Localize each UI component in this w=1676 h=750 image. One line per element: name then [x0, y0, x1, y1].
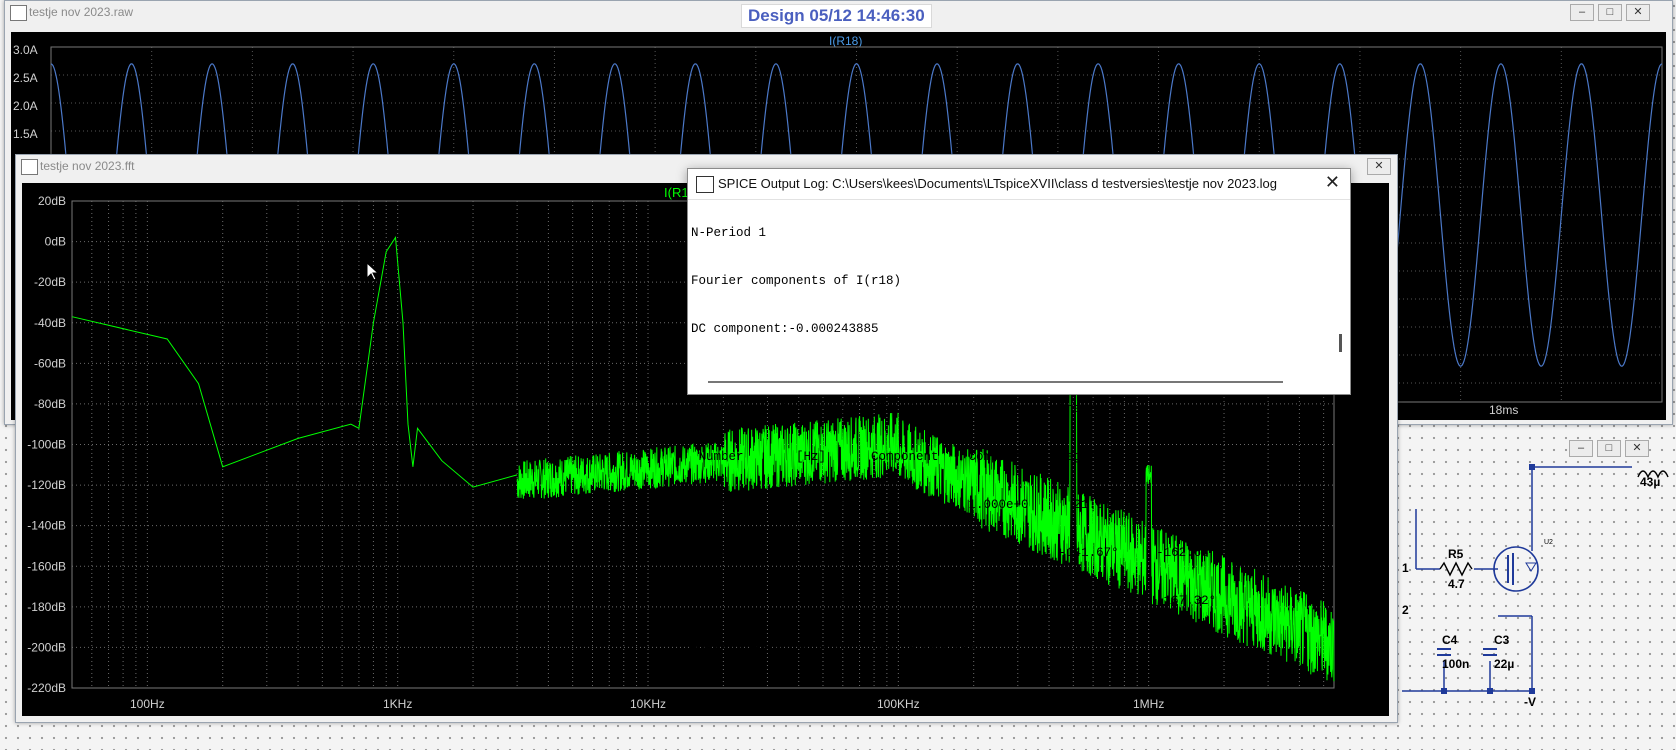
spice-output-log-window[interactable]: SPICE Output Log: C:\Users\kees\Document… [687, 168, 1351, 704]
inductor-value: 43µ [1640, 475, 1661, 489]
log-line: Number [Hz] Component Component [degree]… [691, 450, 1232, 464]
log-line: 3 3.000e+3 3.965e-6 1.455e-6 -146.31° -1… [691, 594, 1217, 608]
fft-ytick: -200dB [27, 640, 66, 654]
log-line: Fourier components of I(r18) [691, 274, 902, 288]
schem-maximize-button[interactable]: □ [1597, 440, 1621, 457]
raw-minimize-button[interactable]: – [1570, 4, 1594, 21]
log-line: N-Period 1 [691, 226, 767, 240]
fft-xtick: 10KHz [630, 697, 666, 711]
r5-value: 4.7 [1448, 577, 1465, 591]
log-line: 1 1.000e+3 2.726e+0 1.000e+0 21.01° 0.00… [691, 498, 1209, 512]
schematic-drawing [1402, 464, 1669, 694]
log-line: 2 2.000e+3 1.313e-6 4.816e-7 -141.67° -1… [691, 546, 1217, 560]
r5-label: R5 [1448, 547, 1464, 561]
fft-ytick: -40dB [34, 316, 66, 330]
raw-window-title: testje nov 2023.raw [29, 5, 134, 19]
fft-xtick: 1KHz [383, 697, 412, 711]
fft-ytick: -160dB [27, 559, 66, 573]
c4-label: C4 [1442, 633, 1458, 647]
fft-ytick: -180dB [27, 600, 66, 614]
fft-ytick: 0dB [45, 235, 66, 249]
log-vertical-scrollbar[interactable] [1339, 334, 1342, 352]
fft-ytick: -140dB [27, 519, 66, 533]
log-line: DC component:-0.000243885 [691, 322, 879, 336]
pin1-label: 1 [1402, 561, 1409, 575]
u2-label: U2 [1544, 539, 1553, 546]
design-timestamp-label: Design 05/12 14:46:30 [741, 4, 932, 28]
log-content: N-Period 1 Fourier components of I(r18) … [691, 193, 1231, 737]
mouse-cursor-icon [366, 262, 380, 281]
waveform-icon [21, 159, 38, 175]
raw-maximize-button[interactable]: □ [1598, 4, 1622, 21]
c3-label: C3 [1494, 633, 1510, 647]
fft-ytick: 20dB [38, 194, 66, 208]
log-line: Harmonic Frequency Fourier Normalized Ph… [691, 402, 1217, 416]
fft-ytick: -20dB [34, 275, 66, 289]
log-line: Partial Harmonic Distortion: 0.000153% [691, 642, 977, 656]
schem-minimize-button[interactable]: – [1569, 440, 1593, 457]
fft-ytick: -120dB [27, 478, 66, 492]
fft-trace-line [71, 236, 518, 488]
fft-window-title: testje nov 2023.fft [40, 159, 135, 173]
log-window-title: SPICE Output Log: C:\Users\kees\Document… [718, 176, 1278, 191]
raw-close-button[interactable]: ✕ [1626, 4, 1650, 21]
log-line: Total Harmonic Distortion: 0.092213% [691, 690, 977, 704]
fft-ytick: -220dB [27, 681, 66, 695]
fft-ytick: -80dB [34, 397, 66, 411]
c4-value: 100n [1442, 657, 1470, 671]
schematic-canvas[interactable]: 43µ R5 4.7 U2 C4 100n C3 22µ -V 1 2 [1402, 461, 1674, 729]
neg-supply-label: -V [1524, 695, 1536, 709]
fft-close-button[interactable]: ✕ [1367, 158, 1391, 175]
spice-app-icon [696, 176, 714, 193]
log-close-icon[interactable]: ✕ [1325, 172, 1340, 193]
fft-xtick: 100Hz [130, 697, 165, 711]
fft-ytick: -60dB [34, 356, 66, 370]
waveform-icon [10, 5, 27, 21]
log-horizontal-scrollbar[interactable] [708, 381, 1283, 383]
pin2-label: 2 [1402, 603, 1409, 617]
c3-value: 22µ [1494, 657, 1515, 671]
fft-ytick: -100dB [27, 438, 66, 452]
schem-close-button[interactable]: ✕ [1625, 440, 1649, 457]
